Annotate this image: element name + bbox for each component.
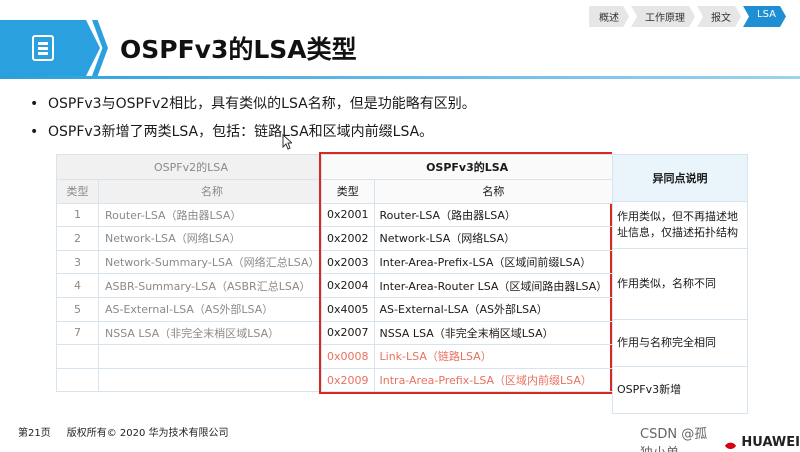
table-row: [56, 344, 326, 369]
ospfv3-lsa-table: OSPFv3的LSA 类型 名称 0x2001 Router-LSA（路由器LSA…: [320, 154, 614, 393]
table-row: 1 Router-LSA（路由器LSA）: [56, 202, 326, 228]
note-item: 作用类似，名称不同: [612, 249, 748, 320]
note-item: OSPFv3新增: [612, 367, 748, 414]
column-header-name: 名称: [373, 179, 614, 204]
watermark-text: CSDN @孤独小单: [640, 427, 708, 452]
column-header-type: 类型: [321, 179, 375, 204]
table-row-new: 0x2009 Intra-Area-Prefix-LSA（区域内前缀LSA）: [321, 367, 614, 393]
table-row-new: 0x0008 Link-LSA（链路LSA）: [321, 344, 614, 369]
lsa-name: Router-LSA（路由器LSA）: [98, 202, 326, 228]
lsa-type: 0x2003: [321, 249, 375, 275]
copyright: 版权所有© 2020 华为技术有限公司: [66, 428, 229, 439]
lsa-type: 0x4005: [321, 296, 375, 322]
table-row: 0x2001 Router-LSA（路由器LSA）: [321, 202, 614, 228]
table-row: [56, 367, 326, 393]
table-row: 4 ASBR-Summary-LSA（ASBR汇总LSA）: [56, 273, 326, 298]
lsa-type: [56, 367, 99, 393]
page-title: OSPFv3的LSA类型: [120, 35, 357, 64]
lsa-type: 7: [56, 320, 99, 346]
page-number: 第21页: [18, 428, 51, 439]
notes-header: 异同点说明: [612, 154, 748, 202]
column-header-type: 类型: [56, 179, 99, 204]
ospfv3-lsa-table-highlight: OSPFv3的LSA 类型 名称 0x2001 Router-LSA（路由器LSA…: [319, 152, 614, 395]
ospfv2-lsa-table: OSPFv2的LSA 类型 名称 1 Router-LSA（路由器LSA） 2 Ne…: [56, 154, 326, 393]
huawei-logo-icon: [723, 435, 738, 449]
mouse-cursor-icon: [282, 134, 292, 150]
lsa-name: Network-Summary-LSA（网络汇总LSA）: [98, 249, 326, 275]
title-bar: OSPFv3的LSA类型: [0, 20, 800, 76]
lsa-name: Inter-Area-Router LSA（区域间路由器LSA）: [373, 273, 614, 298]
lsa-name: Intra-Area-Prefix-LSA（区域内前缀LSA）: [373, 367, 614, 393]
lsa-type: 2: [56, 226, 99, 251]
lsa-type: 0x2004: [321, 273, 375, 298]
lsa-type: 0x2007: [321, 320, 375, 346]
table-row: 0x2004 Inter-Area-Router LSA（区域间路由器LSA）: [321, 273, 614, 298]
table-row: 0x4005 AS-External-LSA（AS外部LSA）: [321, 296, 614, 322]
bullet-item: OSPFv3新增了两类LSA，包括：链路LSA和区域内前缀LSA。: [28, 118, 476, 146]
lsa-type: 1: [56, 202, 99, 228]
table-row: 7 NSSA LSA（非完全末梢区域LSA）: [56, 320, 326, 346]
footer: 第21页 版权所有© 2020 华为技术有限公司: [18, 424, 229, 439]
lsa-type: [56, 344, 99, 369]
note-item: 作用与名称完全相同: [612, 320, 748, 367]
lsa-type: 0x2009: [321, 367, 375, 393]
table-row: 0x2007 NSSA LSA（非完全末梢区域LSA）: [321, 320, 614, 346]
lsa-type: 3: [56, 249, 99, 275]
bullet-list: OSPFv3与OSPFv2相比，具有类似的LSA名称，但是功能略有区别。 OSP…: [28, 90, 476, 146]
lsa-name: NSSA LSA（非完全末梢区域LSA）: [98, 320, 326, 346]
table-row: 0x2002 Network-LSA（网络LSA）: [321, 226, 614, 251]
table-row: 0x2003 Inter-Area-Prefix-LSA（区域间前缀LSA）: [321, 249, 614, 275]
lsa-type: 0x0008: [321, 344, 375, 369]
document-icon: [32, 35, 54, 61]
table-row: 5 AS-External-LSA（AS外部LSA）: [56, 296, 326, 322]
lsa-name: Network-LSA（网络LSA）: [98, 226, 326, 251]
brand-name: HUAWEI: [741, 434, 800, 450]
lsa-type: 0x2001: [321, 202, 375, 228]
lsa-type: 4: [56, 273, 99, 298]
notes-column: 异同点说明 作用类似，但不再描述地址信息，仅描述拓扑结构 作用类似，名称不同 作…: [612, 154, 748, 414]
note-item: 作用类似，但不再描述地址信息，仅描述拓扑结构: [612, 202, 748, 249]
lsa-name: ASBR-Summary-LSA（ASBR汇总LSA）: [98, 273, 326, 298]
watermark: CSDN @孤独小单 HUAWEI: [640, 423, 800, 452]
ospfv3-table-title: OSPFv3的LSA: [320, 154, 614, 180]
title-icon-box: [0, 20, 100, 76]
lsa-name: [98, 367, 326, 393]
lsa-name: Router-LSA（路由器LSA）: [373, 202, 614, 228]
lsa-name: Inter-Area-Prefix-LSA（区域间前缀LSA）: [373, 249, 614, 275]
lsa-name: AS-External-LSA（AS外部LSA）: [373, 296, 614, 322]
lsa-name: AS-External-LSA（AS外部LSA）: [98, 296, 326, 322]
lsa-name: Network-LSA（网络LSA）: [373, 226, 614, 251]
lsa-type: 5: [56, 296, 99, 322]
lsa-name: Link-LSA（链路LSA）: [373, 344, 614, 369]
lsa-type: 0x2002: [321, 226, 375, 251]
column-header-name: 名称: [98, 179, 326, 204]
table-row: 2 Network-LSA（网络LSA）: [56, 226, 326, 251]
lsa-name: NSSA LSA（非完全末梢区域LSA）: [373, 320, 614, 346]
bullet-item: OSPFv3与OSPFv2相比，具有类似的LSA名称，但是功能略有区别。: [28, 90, 476, 118]
table-row: 3 Network-Summary-LSA（网络汇总LSA）: [56, 249, 326, 275]
ospfv2-table-title: OSPFv2的LSA: [56, 154, 326, 180]
lsa-name: [98, 344, 326, 369]
title-divider: [0, 76, 800, 79]
